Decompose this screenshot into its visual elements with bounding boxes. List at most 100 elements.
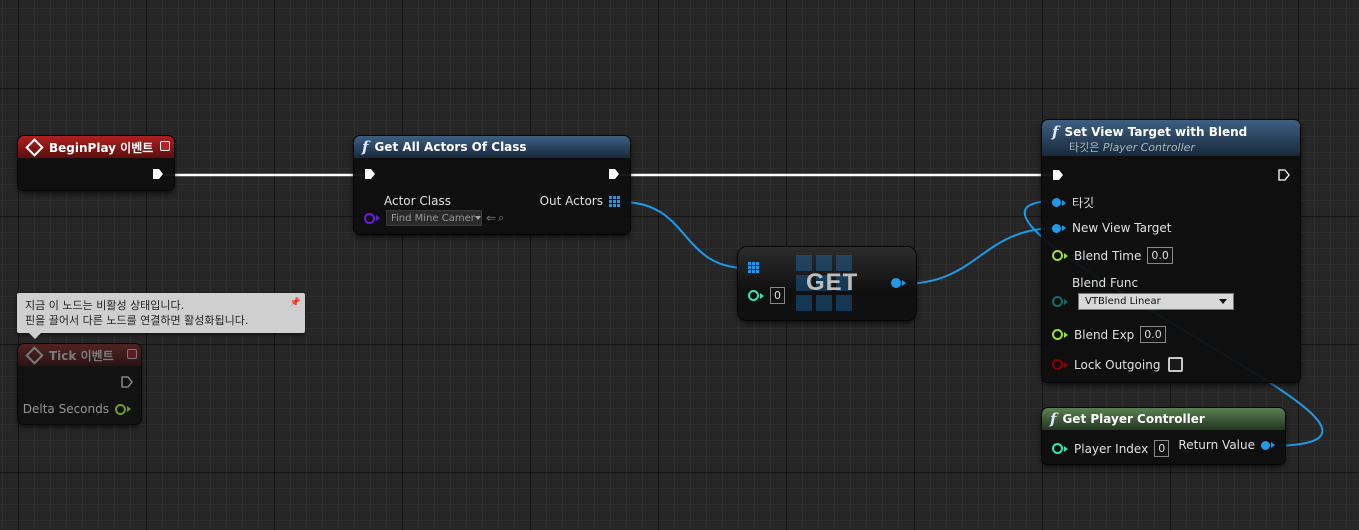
class-pin-icon[interactable] (364, 212, 375, 224)
object-pin-icon[interactable] (1052, 198, 1061, 207)
float-pin-icon[interactable] (1052, 250, 1063, 261)
get-all-actors-exec-in[interactable] (364, 168, 376, 180)
pin-arrow-icon (760, 292, 764, 299)
set-view-target-header[interactable]: f Set View Target with Blend 타깃은 Player … (1042, 120, 1300, 156)
pin-arrow-icon (376, 215, 380, 221)
dropdown-arrow-icon (474, 216, 481, 220)
int-pin-icon[interactable] (1052, 443, 1063, 454)
set-view-exec-in[interactable] (1052, 169, 1064, 181)
target-pin[interactable]: 타깃 (1052, 194, 1094, 211)
blend-time-field[interactable]: 0.0 (1147, 247, 1173, 264)
actor-class-value: Find Mine Camer (391, 212, 475, 224)
exec-in-pin-icon[interactable] (364, 168, 376, 180)
blend-func-pin[interactable]: VTBlend Linear (1052, 293, 1234, 310)
set-view-exec-out[interactable] (1278, 169, 1290, 181)
event-stop-icon (160, 141, 170, 151)
pin-arrow-icon (1062, 225, 1066, 231)
new-view-target-label: New View Target (1072, 221, 1172, 235)
get-player-controller-node[interactable]: f Get Player Controller Player Index 0 R… (1042, 408, 1285, 464)
blend-exp-pin[interactable]: Blend Exp 0.0 (1052, 326, 1166, 343)
player-index-label: Player Index (1074, 441, 1149, 456)
new-view-target-pin[interactable]: New View Target (1052, 221, 1171, 235)
beginplay-title: BeginPlay 이벤트 (49, 140, 154, 155)
get-player-controller-header[interactable]: f Get Player Controller (1042, 408, 1285, 430)
subtitle-target: Player Controller (1102, 141, 1195, 154)
get-index-field[interactable]: 0 (770, 287, 785, 304)
blend-time-pin[interactable]: Blend Time 0.0 (1052, 247, 1173, 264)
tick-event-node[interactable]: Tick 이벤트 Delta Seconds (18, 344, 141, 424)
out-actors-pin[interactable]: Out Actors (540, 194, 620, 208)
get-all-actors-title: Get All Actors Of Class (374, 140, 527, 154)
pin-arrow-icon (1064, 361, 1068, 368)
wire-outactors-to-get (621, 201, 747, 269)
wire-get-to-newviewtarget (901, 227, 1059, 285)
get-all-actors-node[interactable]: f Get All Actors Of Class Actor Class Fi… (354, 136, 630, 234)
get-index-pin[interactable]: 0 (748, 287, 785, 304)
pin-arrow-icon (1062, 199, 1066, 206)
pin-arrow-icon (127, 406, 131, 412)
tick-delta-seconds-pin[interactable]: Delta Seconds (23, 402, 131, 416)
blend-func-label-row: Blend Func (1072, 276, 1138, 290)
use-selected-arrow-icon[interactable]: ⇐ (486, 211, 496, 225)
object-pin-icon[interactable] (1261, 440, 1270, 450)
get-all-actors-header[interactable]: f Get All Actors Of Class (354, 136, 630, 158)
get-output-pin[interactable] (891, 278, 906, 288)
object-pin-icon[interactable] (1052, 223, 1061, 233)
dropdown-arrow-icon (1219, 299, 1227, 304)
exec-out-pin-icon[interactable] (152, 168, 164, 180)
object-pin-icon[interactable] (891, 278, 901, 288)
delta-seconds-label: Delta Seconds (22, 402, 109, 416)
bool-pin-icon[interactable] (1052, 359, 1063, 370)
blend-func-label: Blend Func (1072, 276, 1139, 290)
tick-header[interactable]: Tick 이벤트 (18, 344, 141, 366)
pin-arrow-icon (1064, 445, 1068, 452)
beginplay-header[interactable]: BeginPlay 이벤트 (18, 136, 174, 158)
int-pin-icon[interactable] (748, 290, 759, 301)
pin-arrow-icon (1064, 298, 1068, 305)
beginplay-exec-out[interactable] (152, 168, 164, 180)
player-index-field[interactable]: 0 (1154, 440, 1170, 457)
set-view-target-title: Set View Target with Blend (1064, 125, 1248, 139)
lock-outgoing-checkbox[interactable] (1168, 357, 1184, 372)
event-stop-icon (127, 349, 137, 359)
blend-func-dropdown[interactable]: VTBlend Linear (1078, 293, 1234, 310)
lock-outgoing-pin[interactable]: Lock Outgoing (1052, 357, 1184, 372)
pin-icon[interactable]: 📌 (290, 296, 301, 311)
target-label: 타깃 (1072, 196, 1095, 210)
tick-exec-out[interactable] (121, 376, 133, 388)
lock-outgoing-label: Lock Outgoing (1074, 357, 1161, 372)
return-value-label: Return Value (1178, 438, 1255, 452)
subtitle-prefix: 타깃은 (1069, 141, 1100, 154)
array-get-node[interactable]: GET 0 (738, 247, 916, 320)
set-view-target-subtitle: 타깃은 Player Controller (1069, 139, 1195, 155)
exec-out-pin-icon[interactable] (1278, 169, 1290, 181)
set-view-target-node[interactable]: f Set View Target with Blend 타깃은 Player … (1042, 120, 1300, 382)
tooltip-line-1: 지금 이 노드는 비활성 상태입니다. (25, 299, 185, 312)
tick-title: Tick 이벤트 (49, 348, 114, 363)
float-pin-icon[interactable] (115, 403, 126, 415)
actor-class-pin[interactable]: Find Mine Camer ⇐ ⌕ (364, 210, 504, 226)
pin-arrow-icon (1064, 331, 1068, 338)
blend-exp-field[interactable]: 0.0 (1140, 326, 1166, 343)
disabled-node-tooltip: 지금 이 노드는 비활성 상태입니다. 핀을 끌어서 다른 노드를 연결하면 활… (17, 293, 305, 339)
player-index-pin[interactable]: Player Index 0 (1052, 440, 1170, 457)
blend-time-label: Blend Time (1074, 248, 1142, 263)
return-value-pin[interactable]: Return Value (1178, 438, 1275, 452)
browse-search-icon[interactable]: ⌕ (498, 211, 504, 225)
get-all-actors-exec-out[interactable] (608, 168, 620, 180)
actor-class-label: Actor Class (384, 194, 451, 208)
float-pin-icon[interactable] (1052, 329, 1063, 340)
array-pin-icon[interactable] (609, 195, 620, 207)
get-player-controller-title: Get Player Controller (1062, 412, 1205, 426)
beginplay-event-node[interactable]: BeginPlay 이벤트 (18, 136, 174, 190)
exec-in-pin-icon[interactable] (1052, 169, 1064, 181)
enum-pin-icon[interactable] (1052, 296, 1063, 307)
function-icon: f (1052, 123, 1059, 141)
get-array-in-pin[interactable] (748, 262, 759, 273)
exec-out-pin-icon[interactable] (121, 376, 133, 388)
event-diamond-icon (25, 137, 44, 157)
array-pin-icon[interactable] (748, 262, 759, 273)
get-node-title: GET (806, 269, 859, 296)
actor-class-dropdown[interactable]: Find Mine Camer (386, 210, 482, 226)
exec-out-pin-icon[interactable] (608, 168, 620, 180)
